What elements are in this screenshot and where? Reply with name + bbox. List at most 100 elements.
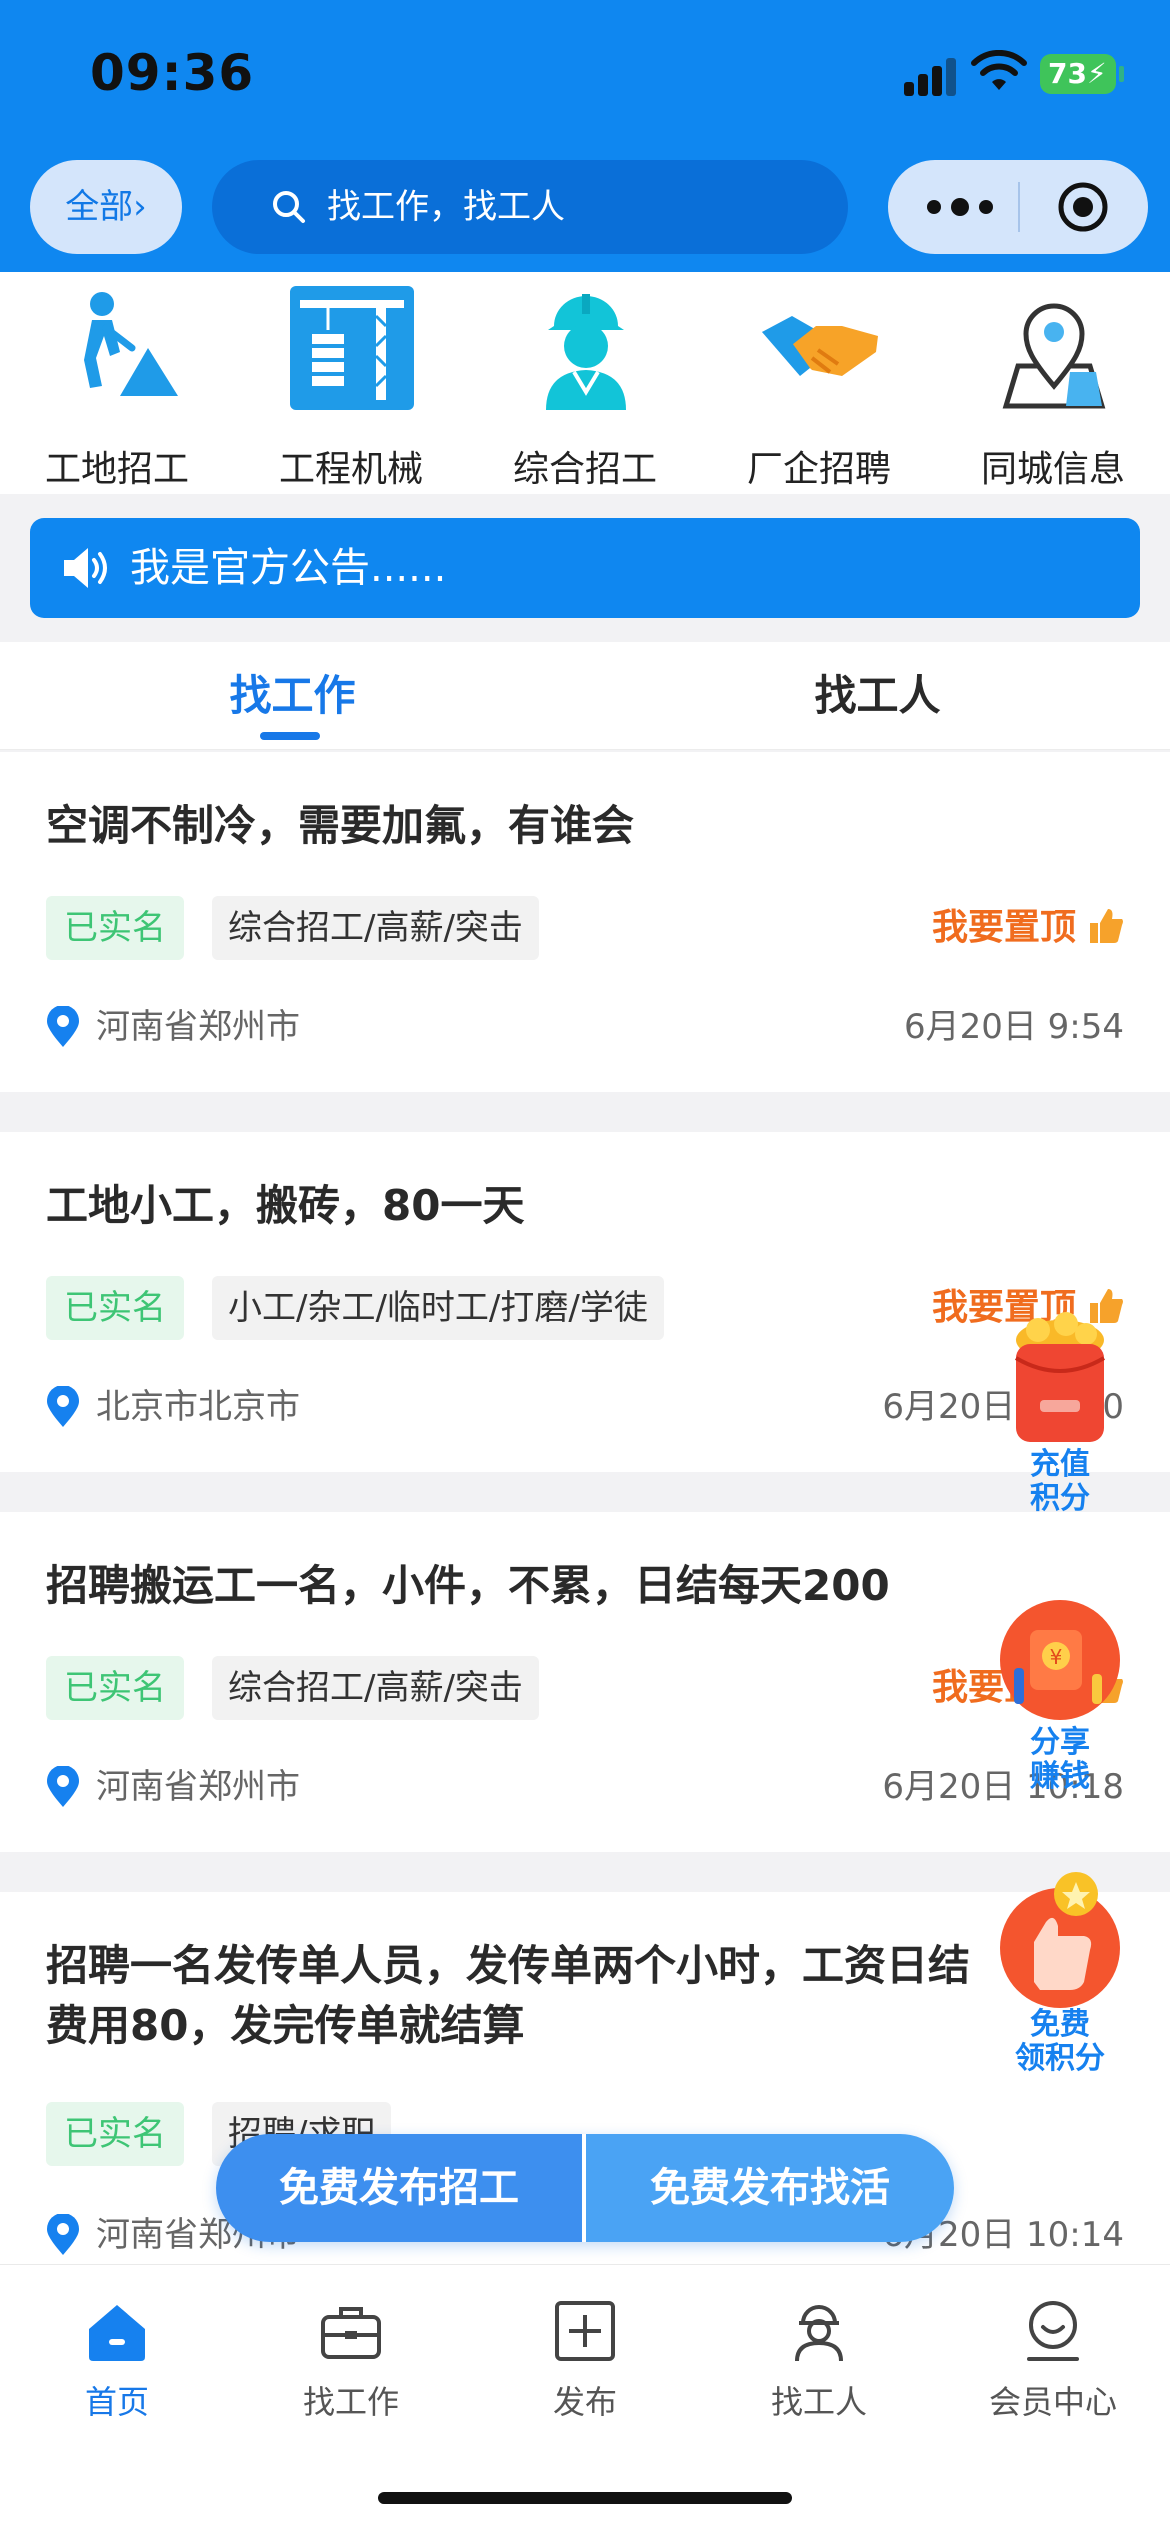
tabbar-item-member[interactable]: 会员中心 [936,2299,1170,2429]
publish-buttons: 免费发布招工 免费发布找活 [216,2134,954,2242]
mini-program-capsule [888,160,1148,254]
close-target-icon[interactable] [1056,180,1110,234]
thumb-coin-icon [1000,1872,1120,2008]
red-envelope-icon [1014,1312,1106,1442]
announcement-text: 我是官方公告...... [130,545,447,591]
float-label: 积分 [1030,1481,1090,1516]
publish-job-seeking-button[interactable]: 免费发布找活 [586,2134,954,2242]
location-pin-icon [47,1006,79,1047]
search-box[interactable] [212,160,848,254]
tabbar-item-find-job[interactable]: 找工作 [234,2299,468,2429]
tab-bar-top: 找工作 找工人 [0,642,1170,750]
all-regions-button[interactable]: 全部› [30,160,182,254]
category-label: 综合招工 [512,449,657,490]
job-location: 北京市北京市 [46,1382,300,1432]
header: 09:36 73⚡ 全部› [0,0,1170,272]
verified-badge: 已实名 [46,896,184,960]
thumbs-up-icon [1090,909,1123,943]
tabbar-item-publish[interactable]: 发布 [468,2299,702,2429]
float-label: 免费 [1030,2007,1090,2042]
free-points-widget[interactable]: 免费 领积分 [990,1872,1130,2078]
search-input[interactable] [327,160,827,254]
pin-top-button[interactable]: 我要置顶 [932,896,1124,960]
share-earn-widget[interactable]: ¥ 分享 赚钱 [990,1598,1130,1798]
briefcase-icon [321,2307,381,2359]
publish-hiring-button[interactable]: 免费发布招工 [216,2134,582,2242]
tabbar-item-home[interactable]: 首页 [0,2299,234,2429]
search-icon [273,191,305,223]
pin-top-label: 我要置顶 [931,907,1076,948]
job-title-line: 费用80，发完传单就结算 [46,2001,525,2050]
location-pin-icon [47,1386,79,1427]
float-label: 赚钱 [1030,1759,1090,1794]
job-title: 招聘一名发传单人员，发传单两个小时，工资日结 费用80，发完传单就结算 [46,1936,1086,2056]
location-text: 河南省郑州市 [96,1007,300,1047]
location-pin-icon [47,2214,79,2255]
tab-label: 找工人 [814,671,941,720]
verified-badge: 已实名 [46,1656,184,1720]
job-title: 招聘搬运工一名，小件，不累，日结每天200 [46,1561,890,1610]
category-machinery[interactable]: 工程机械 [234,286,468,490]
float-label: 领积分 [1015,2041,1105,2076]
svg-text:¥: ¥ [1050,1645,1063,1669]
job-date: 6月20日 9:54 [903,1007,1124,1047]
battery-indicator: 73⚡ [1040,54,1124,94]
more-icon[interactable] [924,194,996,220]
tower-crane-icon [290,286,414,410]
category-local[interactable]: 同城信息 [936,286,1170,490]
job-title: 工地小工，搬砖，80一天 [46,1181,525,1230]
verified-badge: 已实名 [46,2102,184,2166]
category-label: 同城信息 [980,449,1125,490]
share-gift-icon: ¥ [1000,1600,1120,1720]
float-label: 分享 [1030,1725,1090,1760]
job-title-line: 招聘一名发传单人员，发传单两个小时，工资日结 [46,1941,971,1990]
location-text: 北京市北京市 [96,1387,300,1427]
capsule-divider [1018,182,1020,232]
category-construction[interactable]: 工地招工 [0,286,234,490]
handshake-icon [762,316,878,376]
job-location: 河南省郑州市 [46,1002,300,1052]
page: 09:36 73⚡ 全部› 找工作，找工人 工地招工 工程机械 综合招工 厂企招… [0,0,1170,2532]
tab-label: 找工作 [229,671,356,720]
home-indicator [378,2492,792,2504]
float-label: 充值 [1030,1447,1090,1482]
tabbar-label: 找工人 [770,2383,867,2421]
job-card[interactable]: 空调不制冷，需要加氟，有谁会 已实名 综合招工/高薪/突击 我要置顶 河南省郑州… [0,752,1170,1092]
tabbar-label: 找工作 [302,2383,399,2421]
battery-level: 73 [1048,57,1087,90]
verified-badge: 已实名 [46,1276,184,1340]
location-pin-icon [47,1766,79,1807]
construction-worker-icon [84,292,178,396]
job-tag: 综合招工/高薪/突击 [212,896,539,960]
plus-square-icon [555,2301,615,2361]
job-location: 河南省郑州市 [46,1762,300,1812]
map-pin-icon [1002,303,1106,409]
signal-icon [904,56,962,96]
category-general[interactable]: 综合招工 [468,286,702,490]
job-tag: 综合招工/高薪/突击 [212,1656,539,1720]
hardhat-worker-icon [546,294,626,410]
worker-icon [795,2305,843,2362]
tab-find-job[interactable]: 找工作 [0,642,585,750]
announcement-banner[interactable]: 我是官方公告...... [30,518,1140,618]
job-tag: 小工/杂工/临时工/打磨/学徒 [212,1276,664,1340]
category-grid: 工地招工 工程机械 综合招工 厂企招聘 同城信息 [0,272,1170,494]
location-text: 河南省郑州市 [96,1767,300,1807]
job-title: 空调不制冷，需要加氟，有谁会 [46,801,635,850]
category-label: 工程机械 [278,449,423,490]
category-factory[interactable]: 厂企招聘 [702,286,936,490]
speaker-icon [64,548,107,588]
tab-find-worker[interactable]: 找工人 [585,642,1170,750]
category-label: 工地招工 [44,449,189,490]
recharge-points-widget[interactable]: 充值 积分 [990,1310,1130,1520]
tabbar-item-find-worker[interactable]: 找工人 [702,2299,936,2429]
tabbar-label: 首页 [84,2383,149,2421]
tabbar-label: 会员中心 [988,2383,1117,2421]
tabbar-label: 发布 [552,2383,617,2421]
tab-active-indicator [260,732,320,740]
wifi-icon [971,50,1027,90]
category-label: 厂企招聘 [746,449,891,490]
status-time: 09:36 [90,44,255,102]
status-bar: 09:36 73⚡ [0,0,1170,150]
home-icon [89,2305,145,2361]
